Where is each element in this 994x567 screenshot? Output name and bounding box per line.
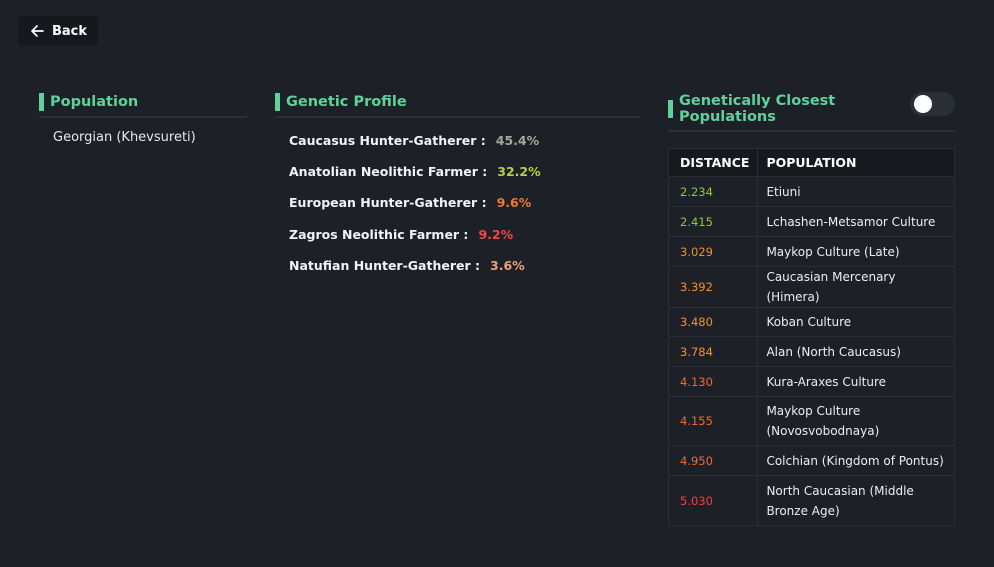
genetic-profile-header: Genetic Profile xyxy=(275,88,640,118)
toggle-knob xyxy=(914,95,932,113)
component-label: Zagros Neolithic Farmer : xyxy=(289,226,469,242)
component-label: Anatolian Neolithic Farmer : xyxy=(289,164,488,180)
table-row: 5.030 North Caucasian (Middle Bronze Age) xyxy=(667,475,955,526)
population-cell: Koban Culture xyxy=(757,307,955,337)
component-percentage: 9.6% xyxy=(496,195,532,211)
distance-cell: 3.029 xyxy=(667,236,759,267)
back-button[interactable]: Back xyxy=(18,16,98,46)
table-header-row: DISTANCE POPULATION xyxy=(667,148,955,177)
component-label: Natufian Hunter-Gatherer : xyxy=(289,257,480,273)
distance-cell: 3.480 xyxy=(667,307,759,337)
population-cell: Etiuni xyxy=(757,176,955,207)
component-percentage: 3.6% xyxy=(490,257,525,273)
table-row: 4.950 Colchian (Kingdom of Pontus) xyxy=(667,445,955,476)
table-row: 2.415 Lchashen-Metsamor Culture xyxy=(667,206,955,237)
population-header: Population xyxy=(39,88,247,118)
genetic-profile-title: Genetic Profile xyxy=(286,94,407,110)
distance-table: DISTANCE POPULATION 2.234 Etiuni 2.415 Lcha… xyxy=(667,148,955,526)
section-accent-bar xyxy=(668,100,673,118)
genetic-profile-item: Natufian Hunter-Gatherer : 3.6% xyxy=(289,258,541,289)
population-cell: Maykop Culture (Novosvobodnaya) xyxy=(757,396,955,446)
component-label: European Hunter-Gatherer : xyxy=(289,195,487,211)
component-percentage: 9.2% xyxy=(478,226,514,242)
distance-cell: 5.030 xyxy=(667,475,759,526)
distance-table-body: 2.234 Etiuni 2.415 Lchashen-Metsamor Cultur… xyxy=(667,176,955,526)
population-title: Population xyxy=(50,94,139,110)
genetic-profile-list: Caucasus Hunter-Gatherer : 45.4% Anatolian… xyxy=(289,133,541,289)
distance-cell: 2.234 xyxy=(667,176,759,207)
distance-cell: 4.950 xyxy=(667,445,759,476)
arrow-left-icon xyxy=(31,25,44,37)
closest-populations-toggle[interactable] xyxy=(910,92,955,116)
population-name: Georgian (Khevsureti) xyxy=(53,130,196,145)
population-cell: Lchashen-Metsamor Culture xyxy=(757,206,955,237)
back-label: Back xyxy=(51,23,88,39)
population-cell: Colchian (Kingdom of Pontus) xyxy=(757,445,955,476)
table-row: 3.029 Maykop Culture (Late) xyxy=(667,236,955,267)
genetic-profile-item: European Hunter-Gatherer : 9.6% xyxy=(289,195,541,226)
population-column-header: POPULATION xyxy=(757,148,955,177)
distance-column-header: DISTANCE xyxy=(667,148,759,177)
table-row: 3.784 Alan (North Caucasus) xyxy=(667,336,955,367)
distance-cell: 4.155 xyxy=(667,396,759,446)
closest-populations-title: Genetically Closest Populations xyxy=(679,93,836,125)
distance-cell: 2.415 xyxy=(667,206,759,237)
population-cell: Caucasian Mercenary (Himera) xyxy=(757,266,955,308)
population-cell: North Caucasian (Middle Bronze Age) xyxy=(757,475,955,526)
section-accent-bar xyxy=(39,93,44,111)
section-accent-bar xyxy=(275,93,280,111)
table-row: 3.480 Koban Culture xyxy=(667,307,955,337)
component-percentage: 45.4% xyxy=(495,133,540,148)
genetic-profile-item: Anatolian Neolithic Farmer : 32.2% xyxy=(289,164,541,195)
component-percentage: 32.2% xyxy=(497,164,541,180)
population-cell: Maykop Culture (Late) xyxy=(757,236,955,267)
population-cell: Alan (North Caucasus) xyxy=(757,336,955,367)
table-row: 2.234 Etiuni xyxy=(667,176,955,207)
table-row: 4.155 Maykop Culture (Novosvobodnaya) xyxy=(667,396,955,446)
genetic-profile-item: Zagros Neolithic Farmer : 9.2% xyxy=(289,227,541,258)
genetic-profile-item: Caucasus Hunter-Gatherer : 45.4% xyxy=(289,133,541,164)
table-row: 4.130 Kura-Araxes Culture xyxy=(667,366,955,397)
distance-cell: 3.784 xyxy=(667,336,759,367)
distance-cell: 3.392 xyxy=(667,266,759,308)
population-cell: Kura-Araxes Culture xyxy=(757,366,955,397)
table-row: 3.392 Caucasian Mercenary (Himera) xyxy=(667,266,955,308)
component-label: Caucasus Hunter-Gatherer : xyxy=(289,133,486,148)
distance-cell: 4.130 xyxy=(667,366,759,397)
